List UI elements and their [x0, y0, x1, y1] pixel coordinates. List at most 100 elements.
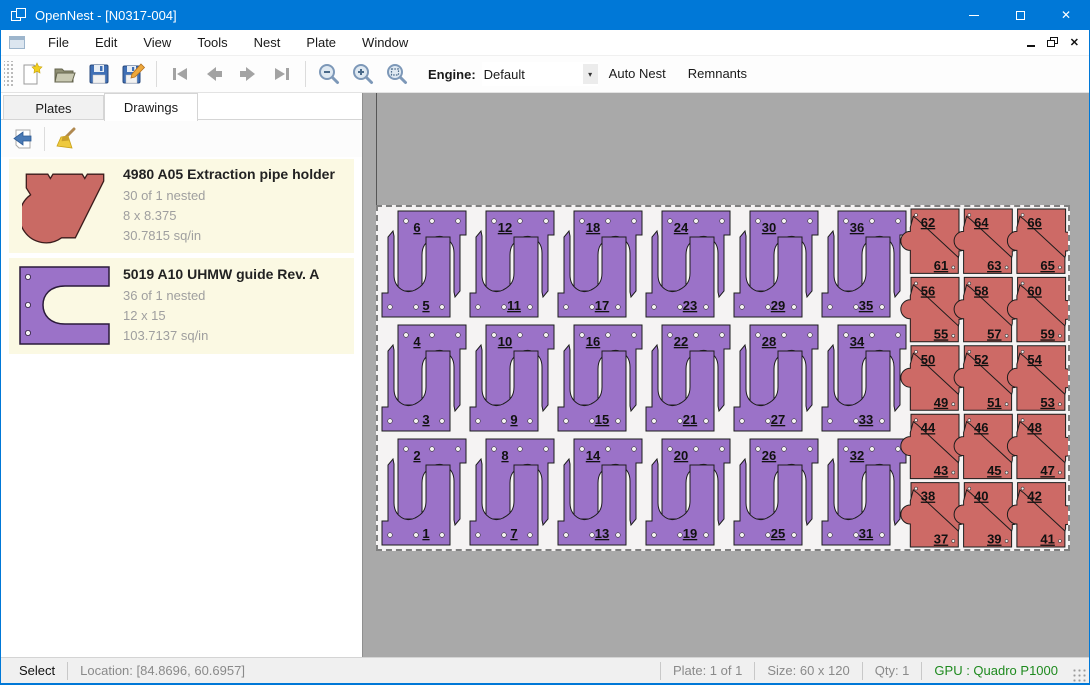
engine-dropdown-button[interactable]: ▾ — [583, 64, 598, 84]
drill-hole — [476, 419, 481, 424]
drill-hole — [564, 419, 569, 424]
drill-hole — [880, 419, 885, 424]
drill-hole — [678, 419, 683, 424]
menu-view[interactable]: View — [130, 30, 184, 56]
drawing-size: 8 x 8.375 — [123, 206, 350, 226]
nest-plate[interactable]: 6512111817242330293635431091615222128273… — [376, 205, 1070, 551]
save-as-button[interactable] — [116, 59, 150, 89]
drill-hole — [430, 219, 435, 224]
minimize-button[interactable] — [951, 0, 997, 30]
drill-hole — [756, 333, 761, 338]
zoom-out-button[interactable] — [312, 59, 346, 89]
drawing-item[interactable]: 5019 A10 UHMW guide Rev. A 36 of 1 neste… — [9, 258, 354, 354]
part-number: 45 — [987, 463, 1001, 478]
mdi-minimize-icon[interactable] — [1027, 45, 1035, 47]
part-number: 56 — [921, 283, 935, 298]
part-number: 31 — [859, 526, 873, 541]
go-first-button[interactable] — [163, 59, 197, 89]
part-number: 44 — [921, 420, 936, 435]
menu-file[interactable]: File — [35, 30, 82, 56]
part-number: 25 — [771, 526, 785, 541]
drill-hole — [844, 447, 849, 452]
part-number: 53 — [1040, 395, 1054, 410]
go-previous-icon — [201, 61, 227, 87]
status-gpu: GPU : Quadro P1000 — [922, 663, 1070, 678]
return-drawing-button[interactable] — [7, 124, 39, 154]
sidebar-panel: Plates Drawings — [1, 93, 363, 657]
drill-hole — [968, 282, 971, 285]
menu-edit[interactable]: Edit — [82, 30, 130, 56]
mdi-close-icon[interactable]: ✕ — [1070, 36, 1079, 49]
drill-hole — [528, 305, 533, 310]
go-next-button[interactable] — [231, 59, 265, 89]
drill-hole — [632, 447, 637, 452]
part-number: 16 — [586, 334, 600, 349]
drill-hole — [606, 219, 611, 224]
close-button[interactable]: ✕ — [1043, 0, 1089, 30]
part-number: 54 — [1027, 352, 1042, 367]
part-number: 43 — [934, 463, 948, 478]
drill-hole — [870, 219, 875, 224]
go-first-icon — [167, 61, 193, 87]
auto-nest-button[interactable]: Auto Nest — [598, 60, 677, 88]
drill-hole — [590, 419, 595, 424]
drill-hole — [952, 540, 955, 543]
toolbar-grip[interactable] — [4, 61, 14, 87]
new-file-button[interactable] — [14, 59, 48, 89]
maximize-button[interactable] — [997, 0, 1043, 30]
menu-nest[interactable]: Nest — [241, 30, 294, 56]
drill-hole — [854, 305, 859, 310]
drill-hole — [915, 214, 918, 217]
part-number: 37 — [934, 532, 948, 547]
drill-hole — [792, 419, 797, 424]
part-number: 36 — [850, 220, 864, 235]
part-number: 28 — [762, 334, 776, 349]
drawing-item[interactable]: 4980 A05 Extraction pipe holder 30 of 1 … — [9, 159, 354, 253]
remnants-button[interactable]: Remnants — [677, 60, 758, 88]
mdi-document-icon[interactable] — [9, 36, 25, 49]
drill-hole — [590, 305, 595, 310]
drill-hole — [580, 333, 585, 338]
red-pair-cell: 4847 — [1007, 414, 1068, 478]
resize-grip[interactable] — [1072, 668, 1086, 682]
zoom-in-button[interactable] — [346, 59, 380, 89]
drill-hole — [720, 219, 725, 224]
save-button[interactable] — [82, 59, 116, 89]
drill-hole — [616, 533, 621, 538]
go-last-button[interactable] — [265, 59, 299, 89]
engine-combobox[interactable]: Default ▾ — [482, 62, 598, 86]
plate-edge-guide — [376, 93, 377, 206]
broom-icon — [54, 127, 78, 151]
drill-hole — [844, 219, 849, 224]
go-previous-button[interactable] — [197, 59, 231, 89]
drill-hole — [518, 333, 523, 338]
tab-plates[interactable]: Plates — [3, 95, 104, 119]
drill-hole — [1021, 487, 1024, 490]
tab-drawings[interactable]: Drawings — [104, 93, 198, 121]
zoom-fit-button[interactable] — [380, 59, 414, 89]
mdi-restore-icon[interactable] — [1047, 37, 1058, 48]
purple-pair-cell: 1615 — [558, 325, 642, 431]
drill-hole — [782, 333, 787, 338]
red-pair-cell: 6059 — [1007, 277, 1068, 341]
purple-pair-cell: 1413 — [558, 439, 642, 545]
part-number: 63 — [987, 258, 1001, 273]
engine-label: Engine: — [428, 67, 476, 82]
clear-drawings-button[interactable] — [50, 124, 82, 154]
drill-hole — [502, 533, 507, 538]
drill-hole — [968, 487, 971, 490]
menu-window[interactable]: Window — [349, 30, 421, 56]
nest-canvas[interactable]: 6512111817242330293635431091615222128273… — [363, 93, 1089, 657]
menu-plate[interactable]: Plate — [293, 30, 349, 56]
drill-hole — [652, 533, 657, 538]
part-number: 39 — [987, 532, 1001, 547]
part-number: 19 — [683, 526, 697, 541]
part-number: 51 — [987, 395, 1001, 410]
menu-tools[interactable]: Tools — [184, 30, 240, 56]
part-number: 46 — [974, 420, 988, 435]
part-number: 52 — [974, 352, 988, 367]
opennest-window: { "window": { "title": "OpenNest - [N031… — [0, 0, 1090, 685]
nest-svg[interactable]: 6512111817242330293635431091615222128273… — [378, 207, 1068, 549]
drill-hole — [1058, 540, 1061, 543]
open-file-button[interactable] — [48, 59, 82, 89]
